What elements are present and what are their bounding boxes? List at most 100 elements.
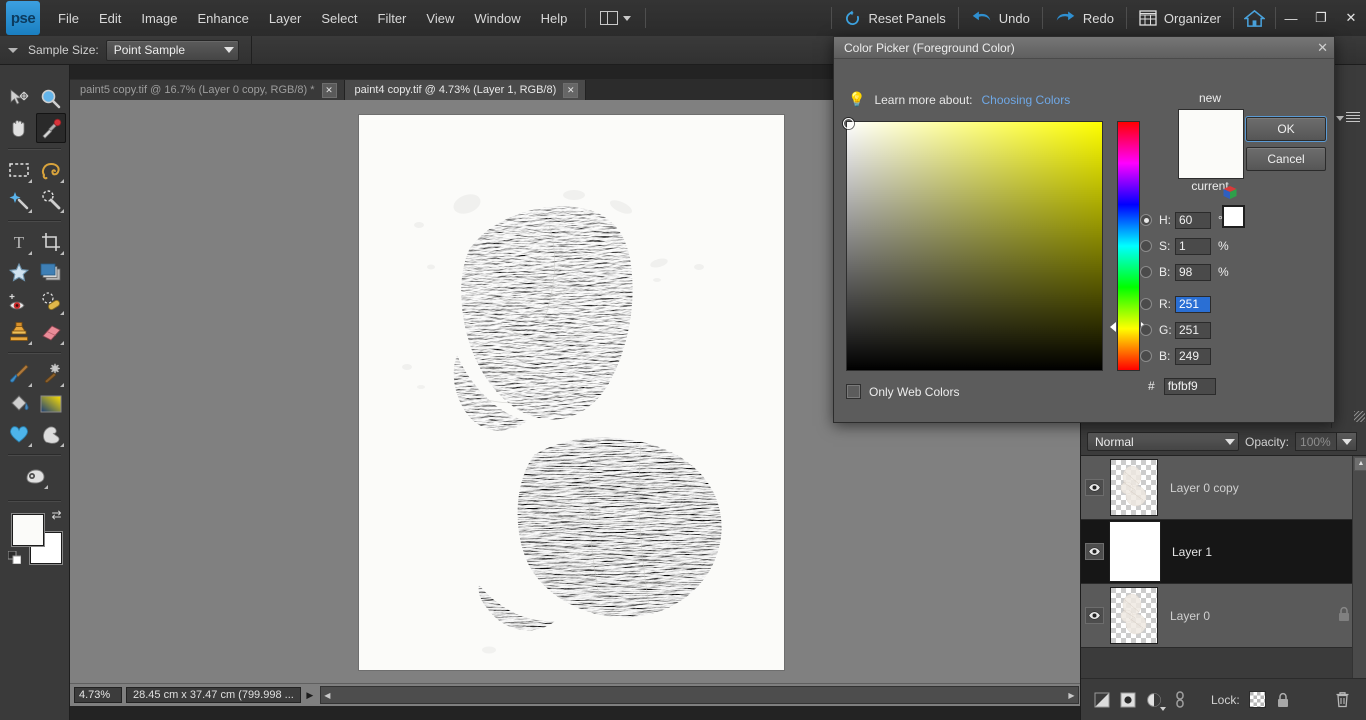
layer-name[interactable]: Layer 0 xyxy=(1170,609,1337,623)
brush-tool[interactable] xyxy=(4,359,34,389)
sponge-tool[interactable] xyxy=(20,461,50,491)
redo-button[interactable]: Redo xyxy=(1043,0,1126,36)
layer-visibility-cell[interactable] xyxy=(1081,479,1107,496)
layer-thumbnail[interactable] xyxy=(1109,521,1161,582)
layer-row-0[interactable]: Layer 0 copy xyxy=(1081,456,1366,520)
minimize-button[interactable]: — xyxy=(1276,0,1306,36)
layer-thumbnail[interactable] xyxy=(1110,587,1158,644)
eraser-tool[interactable] xyxy=(36,317,66,347)
menu-filter[interactable]: Filter xyxy=(368,6,417,31)
input-brightness[interactable]: 98 xyxy=(1175,263,1211,281)
input-saturation[interactable]: 1 xyxy=(1175,237,1211,255)
organizer-button[interactable]: Organizer xyxy=(1127,0,1233,36)
menu-select[interactable]: Select xyxy=(311,6,367,31)
color-selection-marker[interactable] xyxy=(843,118,854,129)
menu-enhance[interactable]: Enhance xyxy=(188,6,259,31)
undo-button[interactable]: Undo xyxy=(959,0,1042,36)
menu-view[interactable]: View xyxy=(416,6,464,31)
opacity-value[interactable]: 100% xyxy=(1295,432,1338,451)
opacity-dropdown-arrow[interactable] xyxy=(1337,432,1358,451)
scroll-left-icon[interactable]: ◀ xyxy=(321,691,334,700)
only-web-colors-row[interactable]: Only Web Colors xyxy=(846,384,959,399)
hand-tool[interactable] xyxy=(4,113,34,143)
document-tab-paint5[interactable]: paint5 copy.tif @ 16.7% (Layer 0 copy, R… xyxy=(70,80,345,100)
cookie-cutter-tool[interactable] xyxy=(4,257,34,287)
red-eye-removal-tool[interactable] xyxy=(4,287,34,317)
input-red[interactable]: 251 xyxy=(1175,295,1211,313)
clone-stamp-tool[interactable] xyxy=(4,317,34,347)
menu-edit[interactable]: Edit xyxy=(89,6,131,31)
foreground-color-swatch[interactable] xyxy=(11,514,44,546)
hue-slider[interactable] xyxy=(1110,121,1147,371)
custom-shape-tool[interactable] xyxy=(4,419,34,449)
input-blue[interactable]: 249 xyxy=(1175,347,1211,365)
radio-brightness[interactable] xyxy=(1140,266,1152,278)
home-button[interactable] xyxy=(1234,0,1275,36)
crop-tool[interactable] xyxy=(36,227,66,257)
choosing-colors-link[interactable]: Choosing Colors xyxy=(982,93,1071,107)
swap-colors-icon[interactable]: ⇄ xyxy=(51,508,61,522)
layout-selector-button[interactable] xyxy=(594,8,637,28)
scroll-up-icon[interactable]: ▲ xyxy=(1354,457,1366,471)
lock-all-button[interactable] xyxy=(1275,691,1292,708)
document-canvas[interactable] xyxy=(359,115,784,670)
zoom-tool[interactable] xyxy=(36,83,66,113)
delete-layer-button[interactable] xyxy=(1334,691,1351,708)
spot-healing-brush-tool[interactable] xyxy=(36,287,66,317)
visibility-toggle[interactable] xyxy=(1084,543,1104,560)
radio-red[interactable] xyxy=(1140,298,1152,310)
visibility-toggle[interactable] xyxy=(1084,479,1104,496)
layers-scrollbar[interactable]: ▲ xyxy=(1352,456,1366,678)
layer-name[interactable]: Layer 1 xyxy=(1172,545,1366,559)
default-colors-icon[interactable] xyxy=(7,551,21,564)
panel-menu-icon[interactable] xyxy=(1336,111,1362,125)
opacity-control[interactable]: 100% xyxy=(1295,432,1358,451)
radio-hue[interactable] xyxy=(1140,214,1152,226)
quick-selection-tool[interactable] xyxy=(4,185,34,215)
menu-window[interactable]: Window xyxy=(464,6,530,31)
visibility-toggle[interactable] xyxy=(1084,607,1104,624)
color-preview-box[interactable] xyxy=(1178,109,1244,179)
lock-transparency-button[interactable] xyxy=(1248,691,1266,708)
radio-blue[interactable] xyxy=(1140,350,1152,362)
layer-name[interactable]: Layer 0 copy xyxy=(1170,481,1366,495)
layer-row-1[interactable]: Layer 1 xyxy=(1081,520,1366,584)
lasso-tool[interactable] xyxy=(36,155,66,185)
magic-wand-tool[interactable] xyxy=(36,185,66,215)
panel-resize-grip[interactable] xyxy=(1354,411,1365,422)
ok-button[interactable]: OK xyxy=(1245,116,1327,142)
new-layer-button[interactable] xyxy=(1093,691,1110,708)
type-tool[interactable]: T xyxy=(4,227,34,257)
link-layers-button[interactable] xyxy=(1171,691,1188,708)
options-expand-icon[interactable] xyxy=(8,47,18,53)
saturation-brightness-field[interactable] xyxy=(843,118,1103,371)
layers-list[interactable]: Layer 0 copy Layer 1 Layer 0 ▲ xyxy=(1081,455,1366,678)
menu-image[interactable]: Image xyxy=(131,6,187,31)
zoom-level-field[interactable]: 4.73% xyxy=(74,687,122,703)
layer-row-2[interactable]: Layer 0 xyxy=(1081,584,1366,648)
only-web-colors-checkbox[interactable] xyxy=(846,384,861,399)
radio-green[interactable] xyxy=(1140,324,1152,336)
maximize-button[interactable]: ❐ xyxy=(1306,0,1336,36)
rectangular-marquee-tool[interactable] xyxy=(4,155,34,185)
move-tool[interactable] xyxy=(4,83,34,113)
color-cube-icon[interactable] xyxy=(1222,185,1238,201)
input-green[interactable]: 251 xyxy=(1175,321,1211,339)
radio-saturation[interactable] xyxy=(1140,240,1152,252)
gradient-tool[interactable] xyxy=(36,389,66,419)
hex-input[interactable]: fbfbf9 xyxy=(1163,377,1216,395)
document-tab-paint4[interactable]: paint4 copy.tif @ 4.73% (Layer 1, RGB/8)… xyxy=(344,80,587,100)
menu-help[interactable]: Help xyxy=(531,6,578,31)
input-hue[interactable]: 60 xyxy=(1175,211,1211,229)
tab-close-icon[interactable]: ✕ xyxy=(321,82,337,98)
close-button[interactable]: ✕ xyxy=(1336,0,1366,36)
horizontal-scrollbar[interactable]: ◀ ▶ xyxy=(319,686,1079,704)
dialog-close-icon[interactable]: ✕ xyxy=(1317,40,1328,56)
layer-thumbnail[interactable] xyxy=(1110,459,1158,516)
adjustment-layer-button[interactable] xyxy=(1145,691,1166,711)
menu-file[interactable]: File xyxy=(48,6,89,31)
recompose-tool[interactable] xyxy=(36,257,66,287)
blend-mode-dropdown[interactable]: Normal xyxy=(1087,432,1239,451)
reset-panels-button[interactable]: Reset Panels xyxy=(832,0,957,36)
layer-visibility-cell[interactable] xyxy=(1081,607,1107,624)
